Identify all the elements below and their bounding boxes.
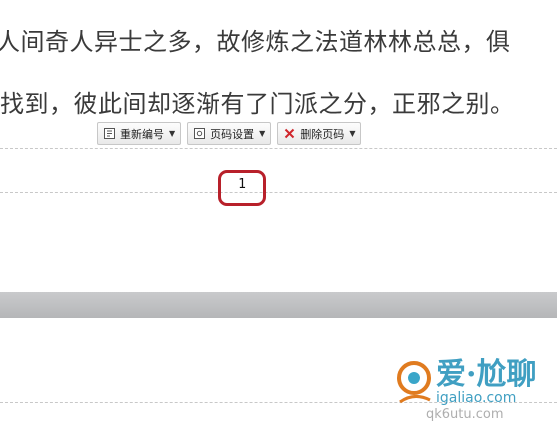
- delete-icon: [283, 127, 296, 140]
- page-footer-area: [0, 146, 557, 292]
- page-number-settings-label: 页码设置: [210, 127, 255, 141]
- chevron-down-icon: ▼: [259, 129, 266, 138]
- watermark-alt-url: qk6utu.com: [426, 407, 504, 422]
- chevron-down-icon: ▼: [169, 129, 176, 138]
- footer-boundary-top: [0, 148, 557, 149]
- watermark-logo-icon: [397, 361, 431, 404]
- page-number-highlight[interactable]: 1: [218, 170, 266, 206]
- document-text-line-1: 人间奇人异士之多，故修炼之法道林林总总，俱: [0, 28, 511, 56]
- page-number-settings-button[interactable]: 页码设置 ▼: [187, 122, 272, 145]
- page-number-toolbar: 重新编号 ▼ 页码设置 ▼ 删除页码 ▼: [97, 122, 362, 145]
- renumber-button[interactable]: 重新编号 ▼: [97, 122, 182, 145]
- watermark-logo-text: 爱·尬聊: [436, 357, 536, 392]
- settings-icon: [193, 127, 206, 140]
- watermark-url: igaliao.com: [436, 390, 516, 406]
- site-watermark: 爱·尬聊 igaliao.com qk6utu.com: [396, 348, 557, 422]
- delete-page-number-button[interactable]: 删除页码 ▼: [277, 122, 362, 145]
- page-number[interactable]: 1: [238, 177, 246, 192]
- renumber-icon: [103, 127, 116, 140]
- footer-boundary-line: [0, 192, 557, 193]
- page-separator: [0, 292, 557, 318]
- document-text-line-2: 找到，彼此间却逐渐有了门派之分，正邪之别。: [0, 90, 515, 118]
- chevron-down-icon: ▼: [349, 129, 356, 138]
- renumber-label: 重新编号: [120, 127, 164, 141]
- delete-page-number-label: 删除页码: [300, 127, 345, 141]
